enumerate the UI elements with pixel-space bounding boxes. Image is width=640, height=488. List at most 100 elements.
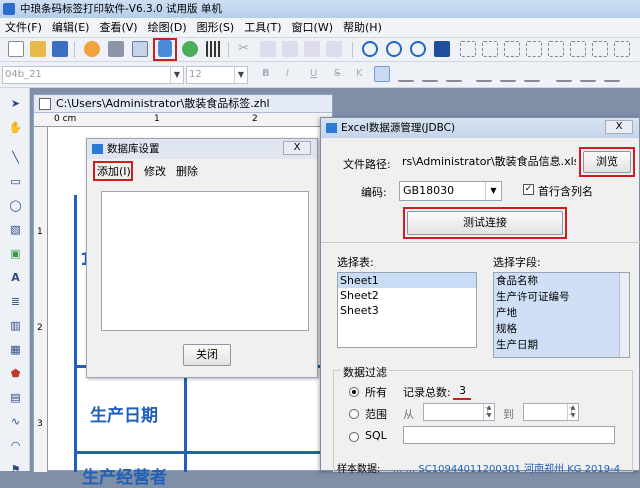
drawing-toolbox: ➤ ✋ ╲ ▭ ◯ ▧ ▣ A ≣ ▥ ▦ ⬟ ▤ ∿ ◠ ⚑ <box>0 88 30 476</box>
menu-window[interactable]: 窗口(W) <box>287 18 338 38</box>
close-button[interactable]: X <box>605 120 633 134</box>
copy-icon[interactable] <box>260 41 276 57</box>
cut-icon[interactable]: ✂ <box>238 41 254 57</box>
italic-button[interactable]: I <box>286 68 289 79</box>
zoom-in-icon[interactable] <box>362 41 378 57</box>
app-icon <box>3 3 15 15</box>
chevron-down-icon[interactable]: ▼ <box>485 182 501 200</box>
menu-file[interactable]: 文件(F) <box>0 18 47 38</box>
paste-icon[interactable] <box>282 41 298 57</box>
align-right-icon[interactable] <box>422 66 438 82</box>
curve-icon[interactable]: ∿ <box>8 414 23 429</box>
text-direction-icon[interactable] <box>556 66 572 82</box>
barcode-icon[interactable]: ▥ <box>8 318 23 333</box>
align-icon[interactable] <box>614 41 630 57</box>
range-from-stepper[interactable]: 1 ▲ ▼ <box>423 403 495 421</box>
list-item[interactable]: Sheet2 <box>338 288 476 303</box>
justify-icon[interactable] <box>446 66 462 82</box>
qrcode-icon[interactable]: ▦ <box>8 342 23 357</box>
list-item[interactable]: 生产日期 <box>494 337 629 353</box>
align-icon[interactable] <box>592 41 608 57</box>
align-icon[interactable] <box>570 41 586 57</box>
datasource-list[interactable] <box>101 191 309 331</box>
redo-icon[interactable] <box>326 41 342 57</box>
spacing-button[interactable]: K <box>356 68 363 79</box>
list-item[interactable]: 生产许可证编号 <box>494 289 629 305</box>
menu-shape[interactable]: 图形(S) <box>192 18 240 38</box>
font-size-combo[interactable]: 12 ▼ <box>186 66 248 84</box>
text-direction-icon[interactable] <box>580 66 596 82</box>
chevron-down-icon[interactable]: ▼ <box>234 67 247 83</box>
list-item[interactable]: 产地 <box>494 305 629 321</box>
open-folder-icon[interactable] <box>30 41 46 57</box>
select-arrow-icon[interactable]: ➤ <box>8 96 23 111</box>
encoding-select[interactable]: GB18030 ▼ <box>399 181 502 201</box>
settings-gear-icon[interactable] <box>84 41 100 57</box>
valign-middle-icon[interactable] <box>500 66 516 82</box>
range-to-stepper[interactable]: 1 ▲ ▼ <box>523 403 579 421</box>
align-center-icon[interactable] <box>398 66 414 82</box>
save-icon[interactable] <box>52 41 68 57</box>
align-left-icon[interactable] <box>374 66 390 82</box>
font-name-combo[interactable]: 04b_21 ▼ <box>2 66 184 84</box>
underline-button[interactable]: U <box>310 68 317 79</box>
menu-view[interactable]: 查看(V) <box>94 18 142 38</box>
stepper-arrows-icon[interactable]: ▲ ▼ <box>483 404 494 420</box>
table-icon[interactable]: ▤ <box>8 390 23 405</box>
stepper-arrows-icon[interactable]: ▲ ▼ <box>567 404 578 420</box>
field-list[interactable]: 食品名称 生产许可证编号 产地 规格 生产日期 <box>493 272 630 358</box>
scrollbar[interactable] <box>619 273 629 357</box>
chevron-down-icon[interactable]: ▼ <box>170 67 183 83</box>
list-item[interactable]: 规格 <box>494 321 629 337</box>
hand-icon[interactable]: ✋ <box>8 120 23 135</box>
data-link-icon[interactable] <box>182 41 198 57</box>
picture-icon[interactable]: ▧ <box>8 222 23 237</box>
menu-edit[interactable]: 编辑(E) <box>47 18 95 38</box>
close-button[interactable]: X <box>283 141 311 155</box>
rectangle-icon[interactable]: ▭ <box>8 174 23 189</box>
align-icon[interactable] <box>460 41 476 57</box>
bold-button[interactable]: B <box>262 68 270 79</box>
align-icon[interactable] <box>482 41 498 57</box>
list-item[interactable]: Sheet1 <box>338 273 476 288</box>
align-icon[interactable] <box>504 41 520 57</box>
line-icon[interactable]: ╲ <box>8 150 23 165</box>
undo-icon[interactable] <box>304 41 320 57</box>
ellipse-icon[interactable]: ◯ <box>8 198 23 213</box>
align-icon[interactable] <box>526 41 542 57</box>
valign-bottom-icon[interactable] <box>524 66 540 82</box>
sql-input[interactable] <box>403 426 615 444</box>
menu-tools[interactable]: 工具(T) <box>239 18 286 38</box>
file-path-field[interactable]: rs\Administrator\散装食品信息.xlsx <box>399 153 576 173</box>
text-icon[interactable]: A <box>8 270 23 285</box>
zoom-fit-icon[interactable] <box>410 41 426 57</box>
first-row-checkbox[interactable]: ✓ <box>523 184 534 195</box>
close-dialog-button[interactable]: 关闭 <box>183 344 231 366</box>
tab-modify[interactable]: 修改 <box>144 163 166 179</box>
print-icon[interactable] <box>108 41 124 57</box>
radio-sql[interactable] <box>349 432 359 442</box>
polygon-icon[interactable]: ⬟ <box>8 366 23 381</box>
strike-button[interactable]: S <box>334 68 340 79</box>
list-item[interactable]: Sheet3 <box>338 303 476 318</box>
excel-dialog-titlebar: Excel数据源管理(JDBC) X <box>321 118 639 138</box>
tab-delete[interactable]: 删除 <box>176 163 198 179</box>
arc-icon[interactable]: ◠ <box>8 438 23 453</box>
radio-range[interactable] <box>349 409 359 419</box>
zoom-out-icon[interactable] <box>386 41 402 57</box>
menu-help[interactable]: 帮助(H) <box>338 18 387 38</box>
radio-all[interactable] <box>349 387 359 397</box>
grid-icon[interactable] <box>206 41 222 57</box>
table-list[interactable]: Sheet1 Sheet2 Sheet3 <box>337 272 477 348</box>
text-direction-icon[interactable] <box>604 66 620 82</box>
flag-icon[interactable]: ⚑ <box>8 462 23 477</box>
align-icon[interactable] <box>548 41 564 57</box>
rich-text-icon[interactable]: ≣ <box>8 294 23 309</box>
valign-top-icon[interactable] <box>476 66 492 82</box>
list-item[interactable]: 食品名称 <box>494 273 629 289</box>
fit-page-icon[interactable] <box>434 41 450 57</box>
image-icon[interactable]: ▣ <box>8 246 23 261</box>
print-preview-icon[interactable] <box>132 41 148 57</box>
new-file-icon[interactable] <box>8 41 24 57</box>
menu-draw[interactable]: 绘图(D) <box>143 18 192 38</box>
